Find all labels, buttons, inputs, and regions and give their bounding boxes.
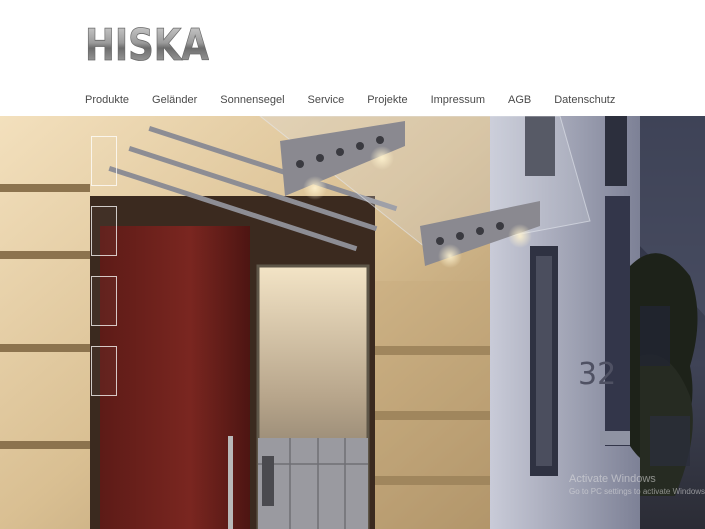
slider-thumb-4[interactable] [91, 346, 117, 396]
nav-item-projekte[interactable]: Projekte [367, 93, 407, 107]
main-navigation: Produkte Geländer Sonnensegel Service Pr… [85, 93, 638, 107]
nav-item-agb[interactable]: AGB [508, 93, 531, 107]
watermark-subtitle: Go to PC settings to activate Windows. [569, 487, 705, 496]
nav-item-sonnensegel[interactable]: Sonnensegel [220, 93, 284, 107]
nav-item-impressum[interactable]: Impressum [431, 93, 485, 107]
house-number: 32 [578, 357, 616, 392]
slider-thumb-1[interactable] [91, 136, 117, 186]
site-header: HISKA Produkte Geländer Sonnensegel Serv… [0, 0, 705, 116]
activation-watermark: Activate Windows Go to PC settings to ac… [569, 472, 705, 498]
nav-item-service[interactable]: Service [308, 93, 345, 107]
slider-thumb-2[interactable] [91, 206, 117, 256]
nav-item-datenschutz[interactable]: Datenschutz [554, 93, 615, 107]
slider-thumbnails [91, 136, 117, 416]
nav-item-produkte[interactable]: Produkte [85, 93, 129, 107]
watermark-title: Activate Windows [569, 473, 656, 485]
nav-item-gelaender[interactable]: Geländer [152, 93, 197, 107]
slider-thumb-3[interactable] [91, 276, 117, 326]
hiska-logo[interactable]: HISKA [85, 22, 209, 64]
logo-text: HISKA [85, 22, 209, 64]
